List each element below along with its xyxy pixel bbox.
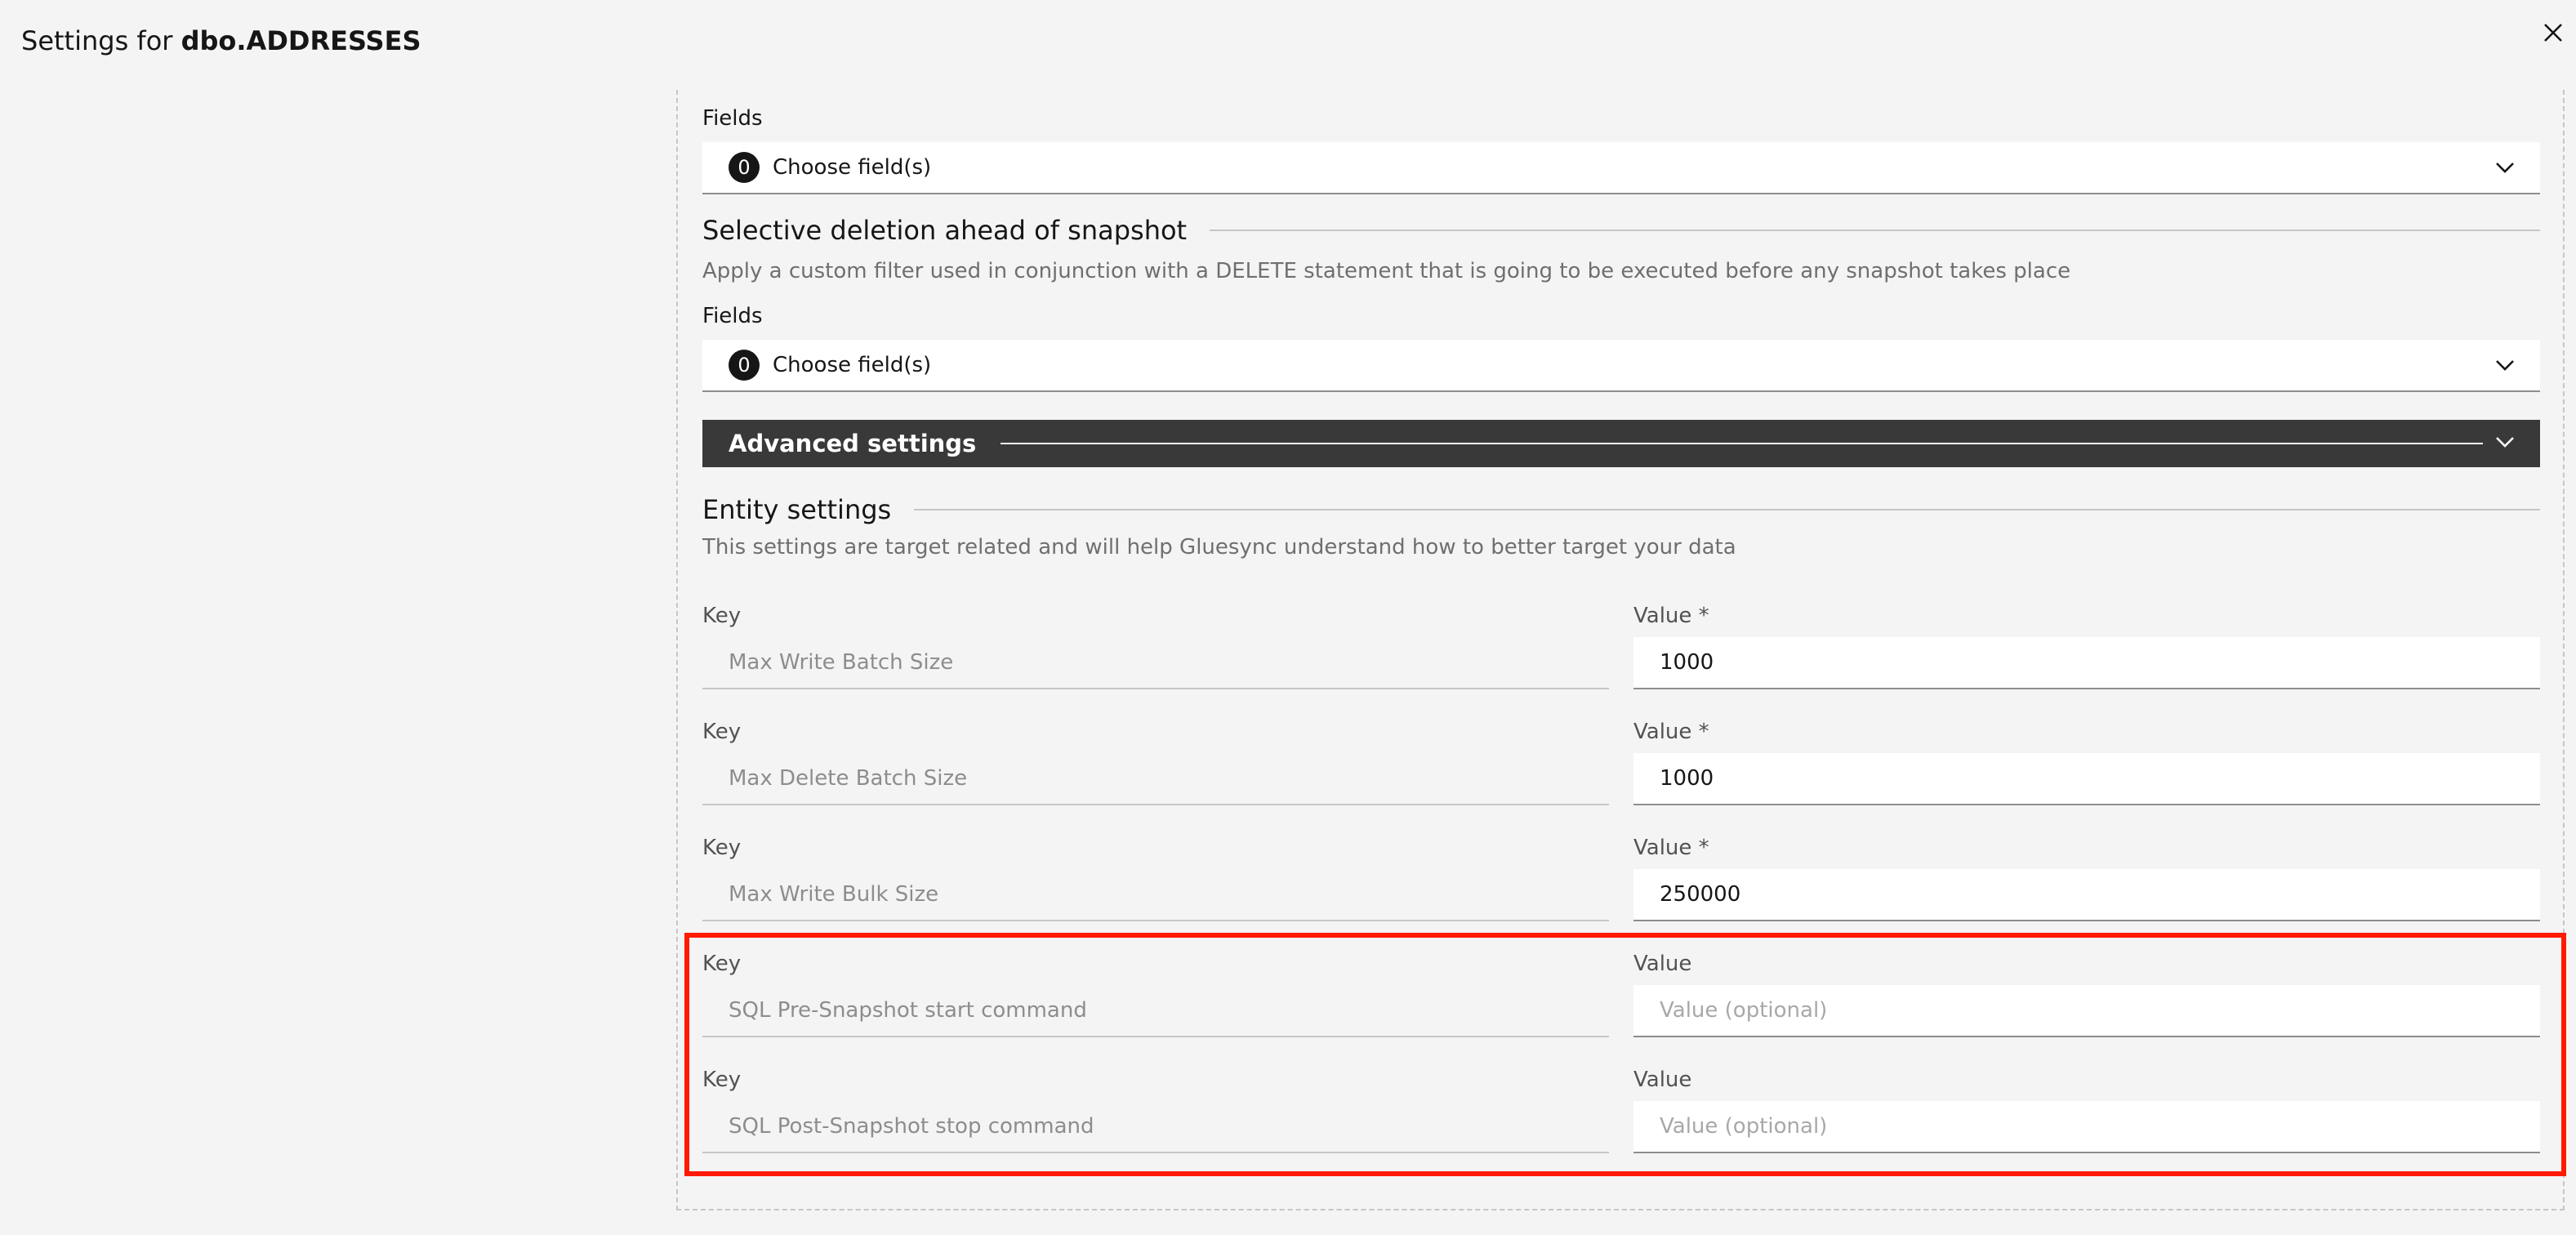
- selective-deletion-title: Selective deletion ahead of snapshot: [702, 215, 1188, 246]
- close-button[interactable]: [2532, 11, 2574, 54]
- fields-placeholder: Choose field(s): [773, 353, 932, 377]
- entity-settings-title: Entity settings: [702, 494, 892, 525]
- selective-deletion-heading: Selective deletion ahead of snapshot: [702, 214, 2540, 247]
- value-input-max-write-bulk-size[interactable]: 250000: [1633, 869, 2540, 921]
- title-prefix: Settings for: [21, 25, 173, 56]
- selective-deletion-description: Apply a custom filter used in conjunctio…: [702, 259, 2071, 283]
- heading-divider: [914, 509, 2540, 510]
- chevron-down-icon: [2496, 437, 2514, 448]
- fields-dropdown-1[interactable]: 0 Choose field(s): [702, 142, 2540, 194]
- key-field-sql-post-snapshot-stop-command: SQL Post-Snapshot stop command: [702, 1101, 1609, 1153]
- fields-label: Fields: [702, 106, 763, 131]
- key-label: Key: [702, 836, 742, 860]
- chevron-down-icon: [2496, 360, 2514, 371]
- entity-settings-heading: Entity settings: [702, 493, 2540, 526]
- key-field-sql-pre-snapshot-start-command: SQL Pre-Snapshot start command: [702, 985, 1609, 1037]
- value-input-max-delete-batch-size[interactable]: 1000: [1633, 753, 2540, 805]
- advanced-settings-toggle[interactable]: Advanced settings: [702, 420, 2540, 467]
- key-field-max-write-bulk-size: Max Write Bulk Size: [702, 869, 1609, 921]
- advanced-divider: [1001, 443, 2483, 444]
- page-title: Settings for dbo.ADDRESSES: [21, 25, 421, 57]
- value-label: Value: [1633, 952, 1692, 976]
- key-field-max-delete-batch-size: Max Delete Batch Size: [702, 753, 1609, 805]
- key-label: Key: [702, 604, 742, 628]
- heading-divider: [1210, 230, 2540, 231]
- selected-count-badge: 0: [729, 152, 760, 183]
- selected-count-badge: 0: [729, 350, 760, 381]
- value-label: Value: [1633, 1068, 1692, 1092]
- value-input-sql-pre-snapshot-start-command[interactable]: Value (optional): [1633, 985, 2540, 1037]
- value-label: Value *: [1633, 720, 1709, 744]
- key-label: Key: [702, 952, 742, 976]
- chevron-down-icon: [2496, 163, 2514, 173]
- value-label: Value *: [1633, 604, 1709, 628]
- title-entity: dbo.ADDRESSES: [180, 25, 421, 56]
- key-label: Key: [702, 1068, 742, 1092]
- fields-dropdown-2[interactable]: 0 Choose field(s): [702, 340, 2540, 392]
- close-icon: [2544, 24, 2562, 42]
- value-input-max-write-batch-size[interactable]: 1000: [1633, 637, 2540, 689]
- fields-placeholder: Choose field(s): [773, 155, 932, 180]
- value-label: Value *: [1633, 836, 1709, 860]
- value-input-sql-post-snapshot-stop-command[interactable]: Value (optional): [1633, 1101, 2540, 1153]
- key-label: Key: [702, 720, 742, 744]
- key-field-max-write-batch-size: Max Write Batch Size: [702, 637, 1609, 689]
- entity-settings-description: This settings are target related and wil…: [702, 535, 1736, 560]
- advanced-settings-label: Advanced settings: [729, 430, 977, 457]
- fields-label: Fields: [702, 304, 763, 328]
